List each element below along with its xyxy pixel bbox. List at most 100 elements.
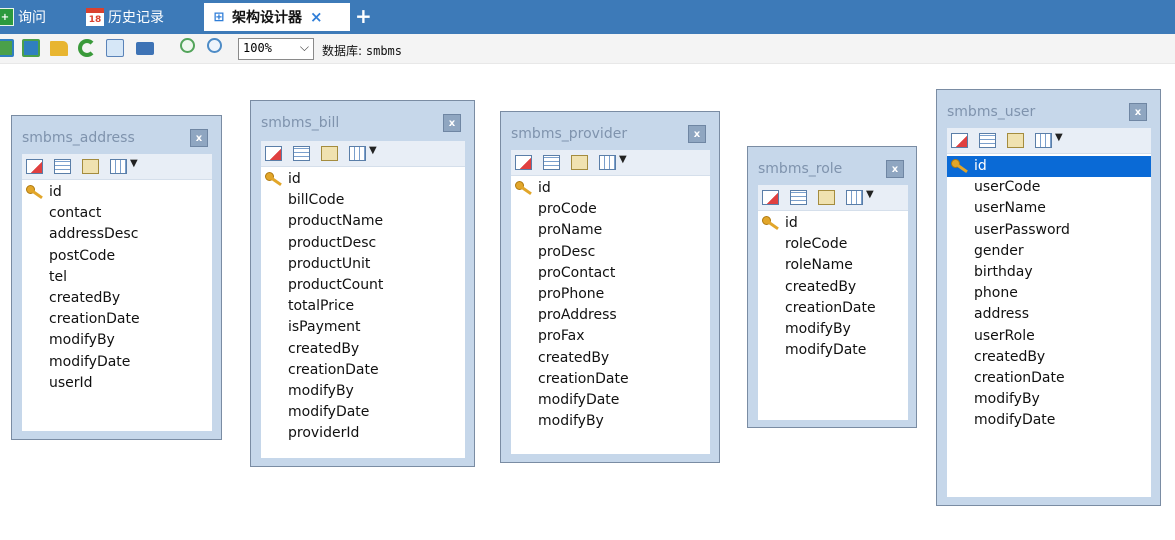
field-row[interactable]: creationDate — [758, 298, 908, 319]
edit-table-icon[interactable] — [265, 146, 282, 161]
field-row[interactable]: modifyDate — [947, 410, 1151, 431]
table-card-smbms-bill[interactable]: smbms_bill x ▼ id billCode productName p… — [250, 100, 475, 467]
field-row[interactable]: proName — [511, 220, 710, 241]
edit-table-icon[interactable] — [26, 159, 43, 174]
field-row[interactable]: id — [511, 178, 710, 199]
field-row[interactable]: proContact — [511, 263, 710, 284]
table-fields-icon[interactable] — [293, 146, 310, 161]
table-data-icon[interactable] — [571, 155, 588, 170]
field-row[interactable]: tel — [22, 267, 212, 288]
field-row[interactable]: productDesc — [261, 233, 465, 254]
field-row[interactable]: proCode — [511, 199, 710, 220]
field-row[interactable]: proFax — [511, 326, 710, 347]
open-folder-icon[interactable] — [50, 41, 68, 56]
field-row[interactable]: proAddress — [511, 305, 710, 326]
table-data-icon[interactable] — [1007, 133, 1024, 148]
field-row[interactable]: modifyDate — [758, 340, 908, 361]
field-row[interactable]: postCode — [22, 246, 212, 267]
zoom-select[interactable]: 100% ⌵ — [238, 38, 314, 60]
field-row[interactable]: creationDate — [22, 309, 212, 330]
chevron-down-icon[interactable]: ▼ — [866, 189, 874, 200]
table-grid-icon[interactable] — [349, 146, 366, 161]
table-grid-icon[interactable] — [846, 190, 863, 205]
table-fields-icon[interactable] — [790, 190, 807, 205]
field-row[interactable]: totalPrice — [261, 296, 465, 317]
field-row[interactable]: contact — [22, 203, 212, 224]
new-table-icon[interactable] — [0, 39, 14, 57]
schema-canvas[interactable]: smbms_address x ▼ id contact addressDesc… — [0, 65, 1175, 540]
table-fields-icon[interactable] — [543, 155, 560, 170]
add-tab-button[interactable]: + — [355, 4, 372, 28]
print-icon[interactable] — [136, 42, 154, 55]
table-grid-icon[interactable] — [599, 155, 616, 170]
field-row[interactable]: createdBy — [511, 348, 710, 369]
field-row[interactable]: userCode — [947, 177, 1151, 198]
field-row[interactable]: billCode — [261, 190, 465, 211]
field-row[interactable]: providerId — [261, 423, 465, 444]
table-data-icon[interactable] — [321, 146, 338, 161]
edit-table-icon[interactable] — [951, 133, 968, 148]
close-table-button[interactable]: x — [688, 125, 706, 143]
field-row[interactable]: isPayment — [261, 317, 465, 338]
field-row[interactable]: userId — [22, 373, 212, 394]
close-table-button[interactable]: x — [886, 160, 904, 178]
chevron-down-icon[interactable]: ▼ — [1055, 132, 1063, 143]
field-row[interactable]: proPhone — [511, 284, 710, 305]
field-row[interactable]: userRole — [947, 326, 1151, 347]
field-row[interactable]: roleCode — [758, 234, 908, 255]
field-row[interactable]: modifyDate — [511, 390, 710, 411]
table-grid-icon[interactable] — [110, 159, 127, 174]
field-row[interactable]: userName — [947, 198, 1151, 219]
field-row[interactable]: modifyDate — [22, 352, 212, 373]
field-row[interactable]: roleName — [758, 255, 908, 276]
field-row[interactable]: modifyBy — [22, 330, 212, 351]
tab-query[interactable]: + 询问 — [0, 4, 60, 30]
field-row[interactable]: phone — [947, 283, 1151, 304]
field-row[interactable]: id — [22, 182, 212, 203]
table-data-icon[interactable] — [818, 190, 835, 205]
field-row[interactable]: modifyBy — [261, 381, 465, 402]
field-row[interactable]: creationDate — [261, 360, 465, 381]
zoom-out-icon[interactable] — [207, 38, 222, 53]
field-row[interactable]: creationDate — [947, 368, 1151, 389]
field-row[interactable]: productCount — [261, 275, 465, 296]
zoom-in-icon[interactable] — [180, 38, 195, 53]
close-table-button[interactable]: x — [1129, 103, 1147, 121]
field-row[interactable]: address — [947, 304, 1151, 325]
field-row[interactable]: addressDesc — [22, 224, 212, 245]
field-row-selected[interactable]: id — [947, 156, 1151, 178]
edit-table-icon[interactable] — [515, 155, 532, 170]
table-card-smbms-role[interactable]: smbms_role x ▼ id roleCode roleName crea… — [747, 146, 917, 428]
table-card-smbms-provider[interactable]: smbms_provider x ▼ id proCode proName pr… — [500, 111, 720, 463]
table-card-smbms-address[interactable]: smbms_address x ▼ id contact addressDesc… — [11, 115, 222, 440]
field-row[interactable]: modifyBy — [758, 319, 908, 340]
table-card-smbms-user[interactable]: smbms_user x ▼ id userCode userName user… — [936, 89, 1161, 506]
close-tab-icon[interactable]: × — [310, 8, 323, 26]
field-row[interactable]: userPassword — [947, 220, 1151, 241]
field-row[interactable]: createdBy — [261, 339, 465, 360]
field-row[interactable]: creationDate — [511, 369, 710, 390]
field-row[interactable]: createdBy — [947, 347, 1151, 368]
field-row[interactable]: gender — [947, 241, 1151, 262]
field-row[interactable]: birthday — [947, 262, 1151, 283]
field-row[interactable]: id — [261, 169, 465, 190]
field-row[interactable]: createdBy — [22, 288, 212, 309]
table-fields-icon[interactable] — [54, 159, 71, 174]
field-row[interactable]: modifyBy — [947, 389, 1151, 410]
field-row[interactable]: createdBy — [758, 277, 908, 298]
table-fields-icon[interactable] — [979, 133, 996, 148]
close-table-button[interactable]: x — [443, 114, 461, 132]
export-image-icon[interactable] — [106, 39, 124, 57]
refresh-icon[interactable] — [78, 39, 96, 57]
edit-table-icon[interactable] — [762, 190, 779, 205]
field-row[interactable]: productName — [261, 211, 465, 232]
tab-history[interactable]: 18 历史记录 — [86, 4, 186, 30]
chevron-down-icon[interactable]: ▼ — [130, 158, 138, 169]
field-row[interactable]: modifyBy — [511, 411, 710, 432]
table-data-icon[interactable] — [82, 159, 99, 174]
add-table-icon[interactable] — [22, 39, 40, 57]
chevron-down-icon[interactable]: ▼ — [619, 154, 627, 165]
field-row[interactable]: id — [758, 213, 908, 234]
close-table-button[interactable]: x — [190, 129, 208, 147]
field-row[interactable]: modifyDate — [261, 402, 465, 423]
